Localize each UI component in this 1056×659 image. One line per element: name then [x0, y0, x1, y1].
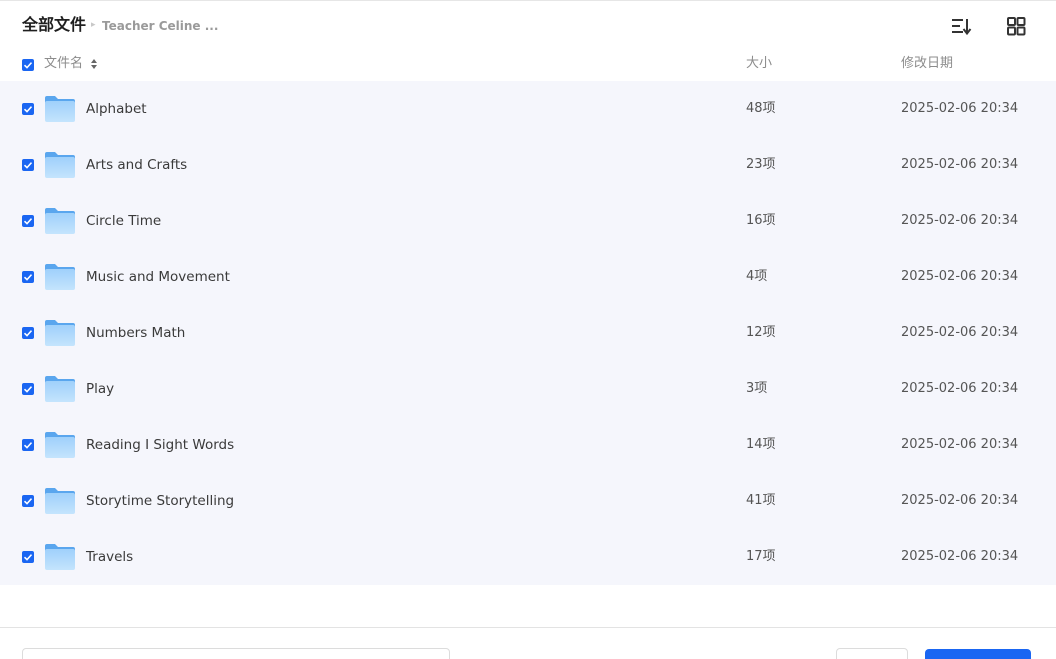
row-checkbox[interactable]: [22, 271, 34, 283]
row-checkbox[interactable]: [22, 495, 34, 507]
file-name: Circle Time: [86, 213, 162, 229]
file-name: Storytime Storytelling: [86, 493, 235, 509]
file-name: Play: [86, 381, 115, 397]
file-row[interactable]: Storytime Storytelling 41项 2025-02-06 20:3…: [0, 473, 1056, 529]
column-size-header: 大小: [746, 56, 773, 71]
file-size: 23项: [746, 157, 776, 172]
checkmark-icon: [23, 498, 33, 505]
file-modified: 2025-02-06 20:34: [901, 213, 1019, 228]
sort-toggle-icon[interactable]: [90, 58, 98, 70]
grid-view-button[interactable]: [1005, 15, 1027, 37]
file-name: Reading I Sight Words: [86, 437, 235, 453]
file-name: Travels: [86, 549, 134, 565]
folder-icon: [45, 488, 75, 514]
row-checkbox[interactable]: [22, 159, 34, 171]
breadcrumb-root[interactable]: 全部文件: [22, 15, 86, 35]
row-checkbox[interactable]: [22, 103, 34, 115]
file-size: 16项: [746, 213, 776, 228]
folder-icon: [45, 432, 75, 458]
row-checkbox[interactable]: [22, 327, 34, 339]
cancel-button[interactable]: [836, 648, 908, 659]
column-header: 文件名 大小 修改日期: [0, 50, 1056, 80]
path-input[interactable]: [22, 648, 450, 659]
sort-list-icon: [952, 19, 972, 36]
file-row[interactable]: Circle Time 16项 2025-02-06 20:34: [0, 193, 1056, 249]
file-size: 48项: [746, 101, 776, 116]
file-modified: 2025-02-06 20:34: [901, 101, 1019, 116]
file-modified: 2025-02-06 20:34: [901, 325, 1019, 340]
sort-button[interactable]: [950, 15, 972, 37]
checkmark-icon: [23, 442, 33, 449]
confirm-button[interactable]: [925, 649, 1031, 659]
checkmark-icon: [23, 330, 33, 337]
row-checkbox[interactable]: [22, 215, 34, 227]
folder-icon: [45, 376, 75, 402]
grid-view-icon: [1007, 17, 1026, 36]
file-modified: 2025-02-06 20:34: [901, 437, 1019, 452]
folder-icon: [45, 152, 75, 178]
file-list: Alphabet 48项 2025-02-06 20:34 Arts and Craf…: [0, 81, 1056, 585]
file-modified: 2025-02-06 20:34: [901, 549, 1019, 564]
checkmark-icon: [23, 386, 33, 393]
folder-icon: [45, 264, 75, 290]
file-row[interactable]: Alphabet 48项 2025-02-06 20:34: [0, 81, 1056, 137]
select-all-checkbox[interactable]: [22, 59, 34, 71]
checkmark-icon: [23, 554, 33, 561]
file-modified: 2025-02-06 20:34: [901, 157, 1019, 172]
file-row[interactable]: Travels 17项 2025-02-06 20:34: [0, 529, 1056, 585]
file-size: 41项: [746, 493, 776, 508]
row-checkbox[interactable]: [22, 383, 34, 395]
checkmark-icon: [23, 274, 33, 281]
breadcrumb-current: Teacher Celine ...: [102, 19, 219, 33]
folder-icon: [45, 96, 75, 122]
file-row[interactable]: Music and Movement 4项 2025-02-06 20:34: [0, 249, 1056, 305]
column-name-header[interactable]: 文件名: [44, 56, 83, 72]
checkmark-icon: [23, 162, 33, 169]
folder-icon: [45, 208, 75, 234]
file-size: 14项: [746, 437, 776, 452]
file-size: 17项: [746, 549, 776, 564]
breadcrumb-separator-icon: ▸: [91, 20, 96, 30]
file-row[interactable]: Play 3项 2025-02-06 20:34: [0, 361, 1056, 417]
footer-divider: [0, 627, 1056, 628]
file-row[interactable]: Numbers Math 12项 2025-02-06 20:34: [0, 305, 1056, 361]
row-checkbox[interactable]: [22, 551, 34, 563]
file-size: 12项: [746, 325, 776, 340]
file-modified: 2025-02-06 20:34: [901, 269, 1019, 284]
folder-icon: [45, 544, 75, 570]
file-row[interactable]: Arts and Crafts 23项 2025-02-06 20:34: [0, 137, 1056, 193]
checkmark-icon: [23, 62, 33, 69]
file-size: 4项: [746, 269, 768, 284]
header: 全部文件 ▸ Teacher Celine ...: [0, 1, 1056, 49]
column-modified-header: 修改日期: [901, 56, 954, 71]
file-modified: 2025-02-06 20:34: [901, 493, 1019, 508]
checkmark-icon: [23, 106, 33, 113]
file-size: 3项: [746, 381, 768, 396]
file-row[interactable]: Reading I Sight Words 14项 2025-02-06 20:34: [0, 417, 1056, 473]
file-name: Alphabet: [86, 101, 147, 117]
row-checkbox[interactable]: [22, 439, 34, 451]
folder-icon: [45, 320, 75, 346]
file-name: Music and Movement: [86, 269, 230, 285]
file-name: Arts and Crafts: [86, 157, 188, 173]
checkmark-icon: [23, 218, 33, 225]
file-name: Numbers Math: [86, 325, 186, 341]
file-modified: 2025-02-06 20:34: [901, 381, 1019, 396]
